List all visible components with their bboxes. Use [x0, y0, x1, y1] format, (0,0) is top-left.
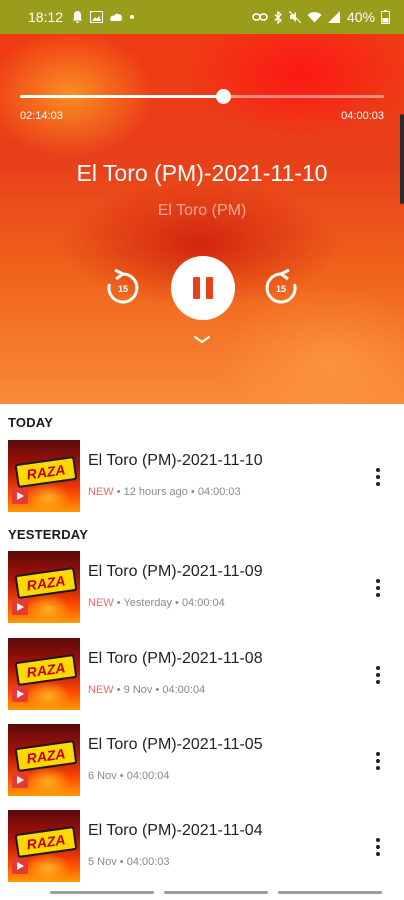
track-artist: El Toro (PM): [157, 202, 247, 219]
episode-meta: • 6 Nov • 04:00:04: [88, 770, 170, 782]
episode-more-button[interactable]: [366, 462, 390, 492]
episode-row[interactable]: RAZA El Toro (PM)-2021-11-09 NEW • Yeste…: [0, 551, 404, 627]
episode-meta: NEW • 9 Nov • 04:00:04: [88, 684, 206, 696]
new-badge: NEW: [88, 486, 114, 498]
episode-title: El Toro (PM)-2021-11-10: [88, 452, 263, 469]
episode-title: El Toro (PM)-2021-11-05: [88, 736, 263, 753]
seek-progress: [20, 95, 224, 98]
episode-thumbnail: RAZA: [8, 724, 80, 796]
dot-icon: [129, 14, 135, 20]
play-icon: [12, 488, 28, 504]
battery-text: 40%: [346, 9, 375, 25]
episode-row[interactable]: RAZA El Toro (PM)-2021-11-08 NEW • 9 Nov…: [0, 638, 404, 714]
episode-date: 5 Nov: [88, 856, 117, 868]
episode-more-button[interactable]: [366, 660, 390, 690]
more-vertical-icon: [376, 752, 380, 770]
pause-icon: [193, 277, 213, 299]
cloud-icon: [109, 11, 123, 23]
side-handle[interactable]: [400, 114, 404, 204]
more-vertical-icon: [376, 838, 380, 856]
more-vertical-icon: [376, 666, 380, 684]
rewind-seconds-label: 15: [118, 284, 128, 294]
episode-title: El Toro (PM)-2021-11-08: [88, 650, 263, 667]
episode-date: 12 hours ago: [123, 486, 188, 498]
forward-15-button[interactable]: 15: [261, 268, 301, 308]
track-title: El Toro (PM)-2021-11-10: [76, 160, 328, 186]
pause-button[interactable]: [171, 256, 235, 320]
forward-seconds-label: 15: [276, 284, 286, 294]
notification-bell-icon: [71, 10, 84, 24]
new-badge: NEW: [88, 597, 114, 609]
raza-logo: RAZA: [14, 825, 78, 859]
battery-icon: [381, 10, 390, 24]
episode-meta: NEW • 12 hours ago • 04:00:03: [88, 486, 241, 498]
episode-thumbnail: RAZA: [8, 440, 80, 512]
chevron-down-icon: [194, 336, 210, 344]
episode-title: El Toro (PM)-2021-11-09: [88, 563, 263, 580]
system-nav-bar: [0, 890, 404, 900]
play-icon: [12, 599, 28, 615]
raza-logo: RAZA: [14, 739, 78, 773]
episode-duration: 04:00:04: [162, 684, 206, 696]
signal-icon: [327, 11, 341, 23]
raza-logo: RAZA: [14, 566, 78, 600]
episode-duration: 04:00:03: [197, 486, 241, 498]
play-icon: [12, 772, 28, 788]
section-header-today: TODAY: [8, 415, 54, 430]
wifi-icon: [307, 11, 322, 23]
play-icon: [12, 858, 28, 874]
total-time: 04:00:03: [341, 110, 384, 122]
section-header-yesterday: YESTERDAY: [8, 527, 89, 542]
rewind-icon: 15: [107, 268, 139, 304]
episode-thumbnail: RAZA: [8, 551, 80, 623]
episode-row[interactable]: RAZA El Toro (PM)-2021-11-05 • 6 Nov • 0…: [0, 724, 404, 800]
rewind-15-button[interactable]: 15: [103, 268, 143, 308]
episode-more-button[interactable]: [366, 573, 390, 603]
episode-row[interactable]: RAZA El Toro (PM)-2021-11-04 • 5 Nov • 0…: [0, 810, 404, 886]
status-bar: 18:12 40%: [0, 0, 404, 34]
play-icon: [12, 686, 28, 702]
mute-icon: [288, 11, 301, 23]
episode-duration: 04:00:04: [181, 597, 225, 609]
episode-meta: • 5 Nov • 04:00:03: [88, 856, 170, 868]
new-badge: NEW: [88, 684, 114, 696]
episode-more-button[interactable]: [366, 746, 390, 776]
episode-duration: 04:00:04: [126, 770, 170, 782]
nav-recents-handle[interactable]: [50, 891, 154, 894]
episode-duration: 04:00:03: [126, 856, 170, 868]
now-playing-panel: 02:14:03 04:00:03 El Toro (PM)-2021-11-1…: [0, 34, 404, 404]
episode-date: Yesterday: [123, 597, 172, 609]
raza-logo: RAZA: [14, 455, 78, 489]
episode-more-button[interactable]: [366, 832, 390, 862]
episode-thumbnail: RAZA: [8, 810, 80, 882]
status-time: 18:12: [28, 9, 64, 25]
episode-date: 6 Nov: [88, 770, 117, 782]
nav-back-handle[interactable]: [278, 891, 382, 894]
episode-row[interactable]: RAZA El Toro (PM)-2021-11-10 NEW • 12 ho…: [0, 440, 404, 516]
seek-thumb[interactable]: [216, 89, 232, 104]
forward-icon: 15: [265, 268, 297, 304]
episode-list: TODAY RAZA El Toro (PM)-2021-11-10 NEW •…: [0, 404, 404, 890]
link-icon: [252, 12, 268, 22]
nav-home-handle[interactable]: [164, 891, 268, 894]
more-vertical-icon: [376, 468, 380, 486]
raza-logo: RAZA: [14, 653, 78, 687]
more-vertical-icon: [376, 579, 380, 597]
episode-meta: NEW • Yesterday • 04:00:04: [88, 597, 225, 609]
bluetooth-icon: [274, 10, 283, 24]
seek-bar[interactable]: [20, 89, 384, 104]
episode-thumbnail: RAZA: [8, 638, 80, 710]
image-icon: [90, 11, 104, 23]
episode-date: 9 Nov: [123, 684, 153, 696]
episode-title: El Toro (PM)-2021-11-04: [88, 822, 263, 839]
elapsed-time: 02:14:03: [20, 110, 63, 122]
collapse-player-button[interactable]: [190, 332, 214, 348]
